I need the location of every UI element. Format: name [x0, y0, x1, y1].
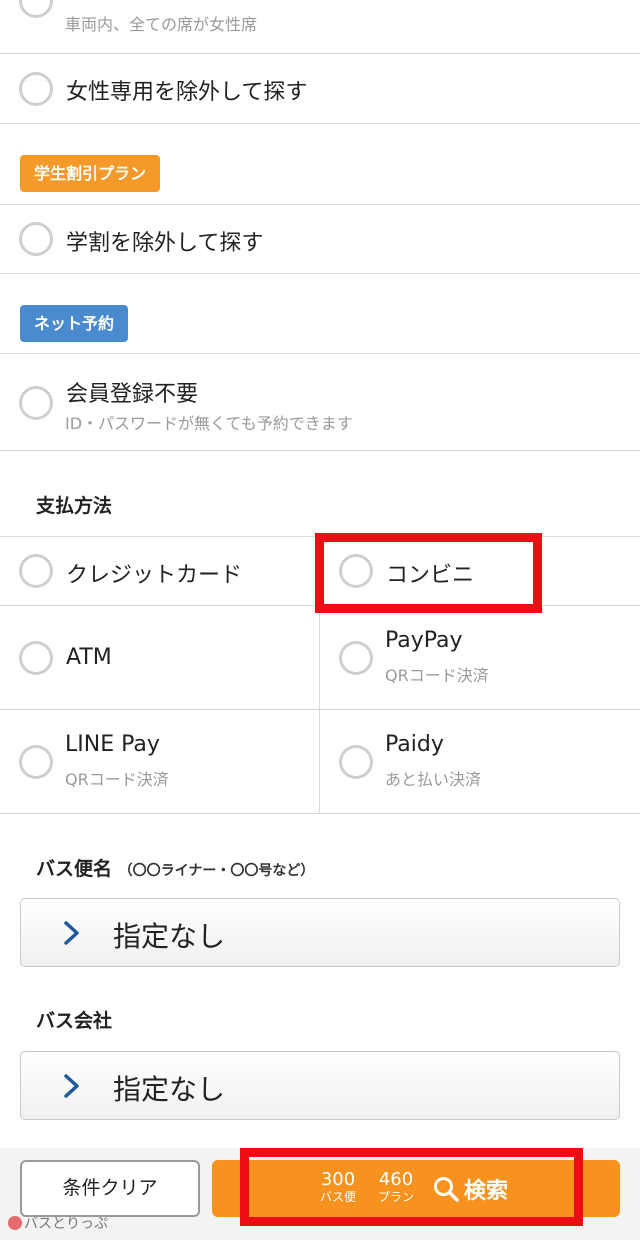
no-membership-sub: ID・パスワードが無くても予約できます — [65, 414, 353, 433]
payment-option-credit-card[interactable]: クレジットカード — [0, 537, 319, 606]
exclude-student-radio[interactable] — [19, 222, 53, 256]
line-pay-radio[interactable] — [19, 745, 53, 779]
watermark: バスとりっぷ — [8, 1213, 108, 1233]
clear-conditions-button[interactable]: 条件クリア — [20, 1160, 200, 1217]
no-membership-row[interactable]: 会員登録不要 ID・パスワードが無くても予約できます — [0, 353, 640, 451]
atm-radio[interactable] — [19, 641, 53, 675]
plan-count: 460 プラン — [374, 1169, 418, 1205]
paidy-radio[interactable] — [339, 745, 373, 779]
paypay-radio[interactable] — [339, 641, 373, 675]
payment-option-paypay[interactable]: PayPay QRコード決済 — [320, 606, 640, 710]
search-button[interactable]: 300 バス便 460 プラン 検索 — [212, 1160, 620, 1217]
bus-company-section-title: バス会社 — [36, 1010, 113, 1032]
convenience-store-radio[interactable] — [339, 554, 373, 588]
paypay-sub: QRコード決済 — [385, 666, 489, 685]
atm-label: ATM — [66, 645, 112, 670]
payment-option-atm[interactable]: ATM — [0, 606, 319, 710]
paidy-sub: あと払い決済 — [385, 770, 482, 789]
plan-count-unit: プラン — [377, 1190, 414, 1204]
bus-name-section-title: バス便名 （〇〇ライナー・〇〇号など） — [36, 854, 314, 881]
no-membership-label: 会員登録不要 — [66, 382, 199, 407]
credit-card-radio[interactable] — [19, 554, 53, 588]
payment-option-paidy[interactable]: Paidy あと払い決済 — [320, 710, 640, 814]
credit-card-label: クレジットカード — [66, 563, 243, 588]
no-membership-radio[interactable] — [19, 386, 53, 420]
women-only-radio[interactable] — [19, 0, 53, 18]
payment-section-title: 支払方法 — [36, 495, 113, 517]
line-pay-label: LINE Pay — [65, 732, 160, 757]
exclude-women-label: 女性専用を除外して探す — [66, 80, 308, 105]
paypay-label: PayPay — [385, 628, 463, 653]
plan-count-number: 460 — [378, 1169, 414, 1190]
payment-grid-divider — [319, 606, 320, 814]
logo-icon — [8, 1216, 22, 1230]
chevron-right-icon — [64, 921, 79, 945]
line-pay-sub: QRコード決済 — [65, 770, 169, 789]
bus-name-value: 指定なし — [113, 920, 226, 953]
convenience-store-label: コンビニ — [386, 563, 475, 588]
watermark-text: バスとりっぷ — [24, 1216, 108, 1232]
paidy-label: Paidy — [385, 732, 444, 757]
chevron-right-icon — [64, 1074, 79, 1098]
search-icon — [434, 1177, 459, 1202]
exclude-student-row[interactable]: 学割を除外して探す — [0, 204, 640, 274]
women-only-option-row[interactable]: 車両内、全ての席が女性席 — [0, 0, 640, 54]
exclude-women-row[interactable]: 女性専用を除外して探す — [0, 54, 640, 124]
bus-count: 300 バス便 — [316, 1169, 360, 1205]
bus-name-select[interactable]: 指定なし — [20, 898, 620, 967]
bus-company-select[interactable]: 指定なし — [20, 1051, 620, 1120]
net-reservation-tag: ネット予約 — [20, 305, 129, 342]
bus-company-value: 指定なし — [113, 1073, 226, 1106]
student-discount-tag: 学生割引プラン — [20, 155, 161, 192]
search-button-label: 検索 — [464, 1179, 509, 1204]
exclude-student-label: 学割を除外して探す — [66, 231, 264, 256]
bus-count-number: 300 — [320, 1169, 356, 1190]
exclude-women-radio[interactable] — [19, 72, 53, 106]
bus-name-title: バス便名 — [36, 858, 113, 880]
bus-count-unit: バス便 — [319, 1190, 356, 1204]
payment-option-line-pay[interactable]: LINE Pay QRコード決済 — [0, 710, 319, 814]
bus-name-note: （〇〇ライナー・〇〇号など） — [118, 863, 315, 879]
women-only-sub: 車両内、全ての席が女性席 — [65, 15, 258, 34]
payment-option-convenience-store[interactable]: コンビニ — [320, 537, 640, 606]
